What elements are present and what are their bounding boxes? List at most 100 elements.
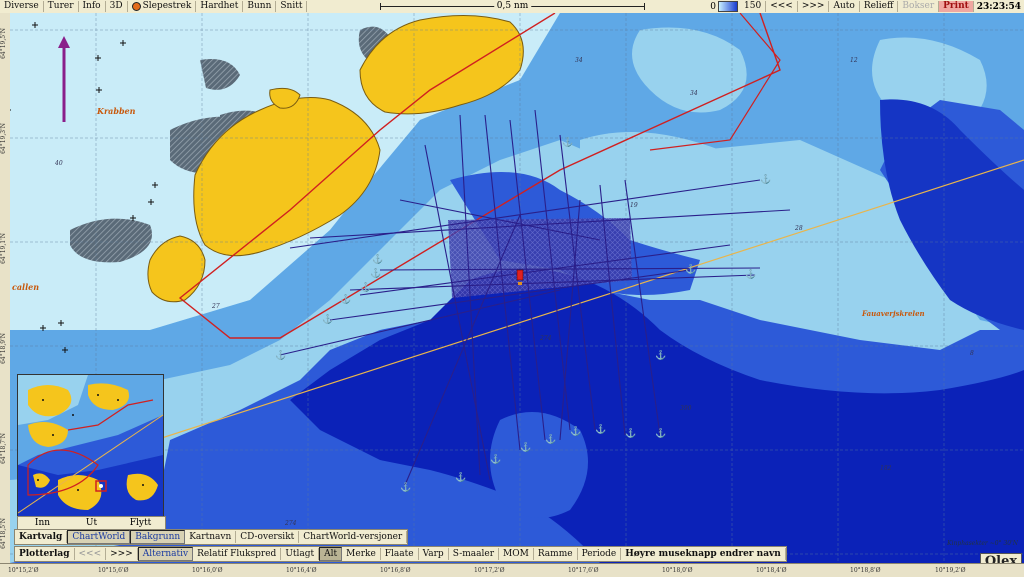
- lon-label: 10°18,8'Ø: [850, 567, 881, 574]
- relief-button[interactable]: Relieff: [860, 1, 899, 12]
- chartworld-toggle[interactable]: ChartWorld: [67, 530, 131, 544]
- svg-text:8: 8: [970, 350, 974, 357]
- menu-bunn[interactable]: Bunn: [243, 1, 277, 12]
- plotterlag-bar: Plotterlag <<< >>> Alternativ Relatif Fl…: [14, 546, 787, 562]
- lat-label: 64°18,9'N: [0, 333, 7, 364]
- svg-text:⚓: ⚓: [625, 427, 636, 439]
- toolbar-right: 0 150 <<< >>> Auto Relieff Bokser Print …: [710, 0, 1024, 13]
- rename-hint: Høyre museknapp endrer navn: [621, 548, 786, 560]
- cd-oversikt-button[interactable]: CD-oversikt: [236, 531, 300, 543]
- lat-label: 64°19,3'N: [0, 123, 7, 154]
- plotterlag-prev[interactable]: <<<: [75, 548, 107, 560]
- svg-text:34: 34: [690, 90, 698, 97]
- svg-text:274: 274: [284, 520, 297, 527]
- svg-text:40: 40: [54, 160, 63, 167]
- lon-label: 10°15,6'Ø: [98, 567, 129, 574]
- menu-hardhet[interactable]: Hardhet: [196, 1, 244, 12]
- svg-text:⚓: ⚓: [685, 263, 696, 275]
- bakgrunn-toggle[interactable]: Bakgrunn: [130, 530, 186, 544]
- layer-varp[interactable]: Varp: [419, 548, 449, 560]
- layer-s-maaler[interactable]: S-maaler: [449, 548, 500, 560]
- clock: 23:23:54: [976, 1, 1021, 12]
- chartworld-versjoner-button[interactable]: ChartWorld-versjoner: [299, 531, 408, 543]
- svg-text:274: 274: [539, 335, 552, 342]
- svg-text:⚓: ⚓: [490, 453, 501, 465]
- depth-max[interactable]: 150: [740, 1, 767, 12]
- next-button[interactable]: >>>: [798, 1, 830, 12]
- depth-min: 0: [710, 1, 717, 12]
- svg-text:⚓: ⚓: [745, 268, 756, 280]
- bokser-button[interactable]: Bokser: [898, 1, 940, 12]
- layer-merke[interactable]: Merke: [342, 548, 381, 560]
- auto-button[interactable]: Auto: [829, 1, 860, 12]
- overview-minimap[interactable]: [17, 374, 164, 518]
- svg-text:19: 19: [630, 202, 638, 209]
- svg-text:⚓: ⚓: [372, 253, 383, 265]
- svg-text:⚓: ⚓: [400, 481, 411, 493]
- svg-text:⚓: ⚓: [655, 427, 666, 439]
- place-name: callen: [12, 282, 40, 292]
- layer-periode[interactable]: Periode: [578, 548, 622, 560]
- lon-label: 10°15,2'Ø: [8, 567, 39, 574]
- svg-text:34: 34: [575, 57, 583, 64]
- menu-snitt[interactable]: Snitt: [276, 1, 308, 12]
- svg-text:⚓: ⚓: [570, 425, 581, 437]
- menu-slepestrek[interactable]: Slepestrek: [128, 1, 197, 12]
- layer-mom[interactable]: MOM: [499, 548, 534, 560]
- kartvalg-label: Kartvalg: [15, 531, 68, 543]
- svg-text:12: 12: [850, 57, 858, 64]
- svg-text:⚓: ⚓: [370, 267, 381, 279]
- svg-text:⚓: ⚓: [340, 293, 351, 305]
- lon-label: 10°16,4'Ø: [286, 567, 317, 574]
- longitude-ruler: 10°15,2'Ø 10°15,6'Ø 10°16,0'Ø 10°16,4'Ø …: [0, 563, 1024, 577]
- layer-alt[interactable]: Alt: [319, 547, 343, 561]
- print-button[interactable]: Print: [939, 1, 974, 12]
- layer-ramme[interactable]: Ramme: [534, 548, 578, 560]
- svg-text:⚓: ⚓: [322, 313, 333, 325]
- plotterlag-next[interactable]: >>>: [106, 548, 138, 560]
- target-icon: [131, 2, 141, 11]
- menu-diverse[interactable]: Diverse: [0, 1, 44, 12]
- status-readout: Kinphasekter ~0° 30'N: [947, 540, 1018, 547]
- lon-label: 10°18,4'Ø: [756, 567, 787, 574]
- layer-utlagt[interactable]: Utlagt: [281, 548, 320, 560]
- lon-label: 10°18,0'Ø: [662, 567, 693, 574]
- slepestrek-label: Slepestrek: [142, 1, 192, 11]
- layer-flaate[interactable]: Flaate: [381, 548, 419, 560]
- lon-label: 10°17,6'Ø: [568, 567, 599, 574]
- svg-text:27: 27: [211, 303, 220, 310]
- lat-label: 64°19,1'N: [0, 233, 7, 264]
- svg-text:⚓: ⚓: [275, 349, 286, 361]
- prev-button[interactable]: <<<: [766, 1, 798, 12]
- menu-info[interactable]: Info: [79, 1, 106, 12]
- svg-text:182: 182: [880, 465, 892, 472]
- kartnavn-button[interactable]: Kartnavn: [185, 531, 237, 543]
- svg-text:⚓: ⚓: [455, 471, 466, 483]
- menu-turer[interactable]: Turer: [44, 1, 79, 12]
- svg-text:28: 28: [794, 225, 803, 232]
- menu-3d[interactable]: 3D: [106, 1, 128, 12]
- svg-text:⚓: ⚓: [595, 423, 606, 435]
- minimap-canvas[interactable]: [18, 375, 163, 517]
- scale-label: 0,5 nm: [493, 1, 532, 12]
- svg-text:⚓: ⚓: [360, 281, 371, 293]
- scale-bar: 0,5 nm: [380, 1, 645, 12]
- depth-color-bar[interactable]: [718, 1, 739, 12]
- layer-alternativ[interactable]: Alternativ: [137, 547, 194, 561]
- plotterlag-label: Plotterlag: [15, 548, 75, 560]
- lat-label: 64°18,7'N: [0, 433, 7, 464]
- layer-relatif-flukspred[interactable]: Relatif Flukspred: [193, 548, 282, 560]
- lat-label: 64°18,5'N: [0, 518, 7, 549]
- place-name: Krabben: [97, 106, 136, 116]
- svg-text:⚓: ⚓: [655, 349, 666, 361]
- lon-label: 10°17,2'Ø: [474, 567, 505, 574]
- kartvalg-bar: Kartvalg ChartWorld Bakgrunn Kartnavn CD…: [14, 529, 409, 545]
- svg-text:⚓: ⚓: [760, 173, 771, 185]
- svg-text:390: 390: [680, 405, 692, 412]
- lon-label: 10°16,8'Ø: [380, 567, 411, 574]
- svg-text:⚓: ⚓: [545, 433, 556, 445]
- lon-label: 10°16,0'Ø: [192, 567, 223, 574]
- svg-text:⚓: ⚓: [562, 136, 573, 148]
- lon-label: 10°19,2'Ø: [935, 567, 966, 574]
- svg-text:⚓: ⚓: [520, 441, 531, 453]
